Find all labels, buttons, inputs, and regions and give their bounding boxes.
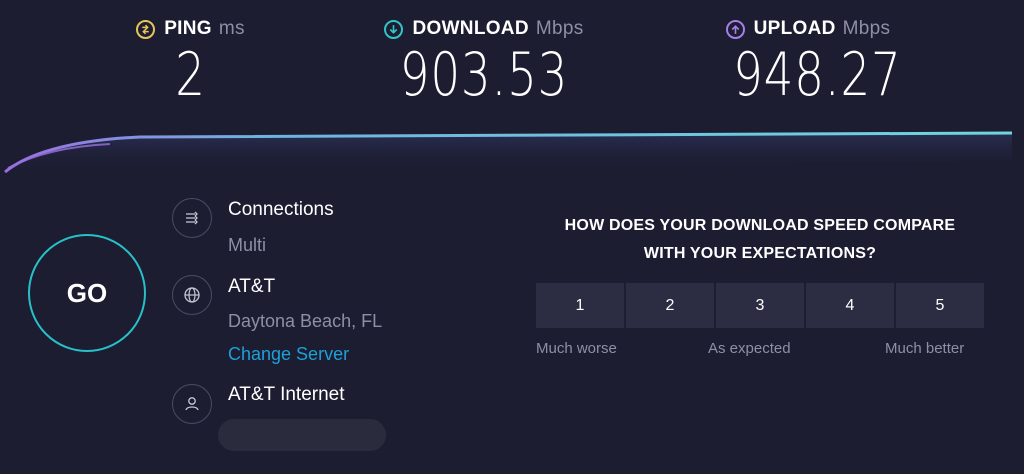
rating-button-5[interactable]: 5 (896, 283, 984, 328)
server-name: AT&T (228, 276, 276, 297)
scale-label-low: Much worse (536, 340, 617, 357)
download-metric: DOWNLOAD Mbps 903.53 (368, 18, 600, 106)
ping-label: PING (164, 18, 212, 39)
survey-question-line1: HOW DOES YOUR DOWNLOAD SPEED COMPARE (564, 217, 956, 234)
ping-value: 2 (175, 40, 206, 110)
scale-label-high: Much better (885, 340, 965, 357)
go-button[interactable]: GO (28, 234, 146, 352)
user-icon (172, 384, 212, 424)
ping-icon (136, 19, 156, 39)
download-unit: Mbps (535, 18, 584, 39)
download-value: 903.53 (399, 40, 569, 110)
download-arrow-icon (384, 19, 404, 39)
rating-button-2[interactable]: 2 (626, 283, 714, 328)
upload-label: UPLOAD (753, 18, 836, 39)
survey-question-line2: WITH YOUR EXPECTATIONS? (643, 245, 877, 262)
speed-graph (4, 131, 1013, 175)
rating-button-3[interactable]: 3 (716, 283, 804, 328)
connections-value: Multi (228, 235, 267, 255)
redacted-ip-address (218, 419, 386, 451)
globe-icon (172, 275, 212, 315)
upload-arrow-icon (725, 19, 745, 39)
ping-unit: ms (218, 18, 245, 39)
provider-name: AT&T Internet (228, 384, 345, 405)
rating-button-1[interactable]: 1 (536, 283, 624, 328)
connections-icon (172, 198, 212, 238)
upload-metric: UPLOAD Mbps 948.27 (712, 18, 904, 106)
download-label: DOWNLOAD (412, 18, 529, 39)
connections-title: Connections (228, 199, 334, 220)
ping-metric: PING ms 2 (128, 18, 253, 106)
speedtest-panel: PING ms 2 DOWNLOAD Mbps 903.53 UPLOAD Mb… (0, 0, 1024, 474)
upload-value: 948.27 (733, 40, 902, 110)
change-server-link[interactable]: Change Server (228, 344, 349, 365)
upload-unit: Mbps (842, 18, 891, 39)
rating-button-4[interactable]: 4 (806, 283, 894, 328)
rating-scale: 1 2 3 4 5 (536, 283, 984, 328)
scale-label-mid: As expected (708, 340, 791, 357)
server-location: Daytona Beach, FL (228, 311, 383, 331)
survey-question: HOW DOES YOUR DOWNLOAD SPEED COMPARE WIT… (520, 212, 1000, 268)
